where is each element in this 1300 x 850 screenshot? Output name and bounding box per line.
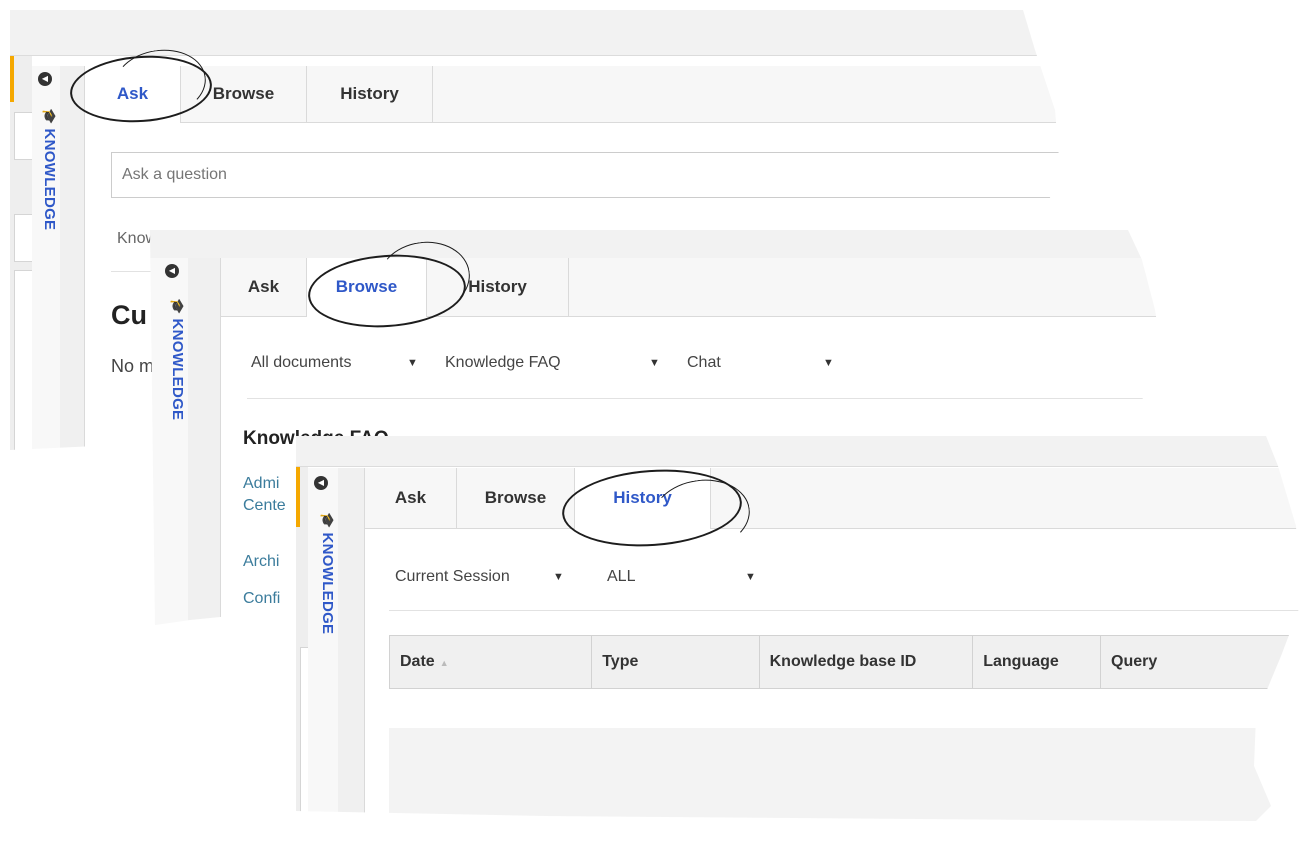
tab-ask[interactable]: Ask bbox=[85, 66, 181, 123]
dropdown-label: All documents bbox=[251, 354, 352, 371]
graduation-cap-icon: 🎓 bbox=[42, 108, 57, 125]
rail-field bbox=[14, 270, 34, 450]
rail-field bbox=[14, 214, 34, 262]
circle-left-arrow-icon[interactable]: ◀ bbox=[38, 72, 52, 86]
sidebar-label: KNOWLEDGE bbox=[169, 318, 186, 421]
faq-link[interactable]: Confi bbox=[243, 588, 280, 610]
dropdown-channel[interactable]: Chat ▼ bbox=[687, 354, 857, 372]
tab-browse[interactable]: Browse bbox=[307, 258, 427, 317]
triangle-down-icon: ▼ bbox=[823, 357, 834, 369]
column-language[interactable]: Language bbox=[972, 635, 1101, 689]
sidebar-label: KNOWLEDGE bbox=[41, 128, 58, 231]
dropdown-session-scope[interactable]: Current Session ▼ bbox=[395, 568, 575, 586]
tab-bar: Ask Browse History bbox=[221, 258, 1162, 317]
column-type[interactable]: Type bbox=[591, 635, 760, 689]
knowledge-sidebar: ◀ 🎓 KNOWLEDGE bbox=[32, 66, 84, 450]
graduation-cap-icon: 🎓 bbox=[320, 512, 335, 529]
empty-message: No m bbox=[111, 356, 155, 376]
tab-bar: Ask Browse History bbox=[365, 468, 1300, 529]
rail-accent bbox=[10, 56, 14, 102]
left-rail bbox=[296, 467, 310, 821]
app-topbar bbox=[296, 436, 1300, 467]
triangle-up-icon: ▲ bbox=[439, 658, 449, 668]
column-label: Type bbox=[602, 653, 639, 670]
app-topbar bbox=[10, 10, 1060, 56]
knowledge-vertical-tab[interactable]: 🎓 KNOWLEDGE bbox=[41, 108, 58, 230]
history-table: Date ▲ Type Knowledge base ID Language Qu… bbox=[388, 635, 1300, 689]
knowledge-vertical-tab[interactable]: 🎓 KNOWLEDGE bbox=[169, 298, 186, 420]
triangle-down-icon: ▼ bbox=[553, 571, 564, 583]
dropdown-label: ALL bbox=[607, 568, 636, 585]
column-query[interactable]: Query bbox=[1100, 635, 1300, 689]
dropdown-label: Chat bbox=[687, 354, 721, 371]
tab-history[interactable]: History bbox=[575, 468, 711, 529]
dropdown-label: Knowledge FAQ bbox=[445, 354, 561, 371]
column-date[interactable]: Date ▲ bbox=[388, 635, 593, 689]
dropdown-type-filter[interactable]: ALL ▼ bbox=[607, 568, 767, 586]
tab-browse[interactable]: Browse bbox=[457, 468, 575, 528]
ask-question-input[interactable] bbox=[111, 152, 1060, 198]
dropdown-document-type[interactable]: All documents ▼ bbox=[251, 354, 431, 372]
circle-left-arrow-icon[interactable]: ◀ bbox=[165, 264, 179, 278]
knowledge-sidebar: ◀ 🎓 KNOWLEDGE bbox=[308, 468, 364, 821]
column-label: Date bbox=[400, 653, 435, 670]
tab-ask[interactable]: Ask bbox=[221, 258, 307, 316]
divider bbox=[247, 398, 1162, 399]
left-rail bbox=[10, 56, 34, 450]
knowledge-vertical-tab[interactable]: 🎓 KNOWLEDGE bbox=[319, 512, 336, 634]
divider bbox=[389, 610, 1300, 611]
knowledge-sidebar: ◀ 🎓 KNOWLEDGE bbox=[150, 258, 220, 625]
triangle-down-icon: ▼ bbox=[407, 357, 418, 369]
triangle-down-icon: ▼ bbox=[745, 571, 756, 583]
graduation-cap-icon: 🎓 bbox=[170, 298, 185, 315]
column-label: Language bbox=[983, 653, 1059, 670]
section-heading: Cu bbox=[111, 300, 147, 330]
column-label: Knowledge base ID bbox=[769, 653, 917, 670]
dropdown-label: Current Session bbox=[395, 568, 510, 585]
tab-bar: Ask Browse History bbox=[85, 66, 1060, 123]
dropdown-knowledge-base[interactable]: Knowledge FAQ ▼ bbox=[445, 354, 671, 372]
rail-accent bbox=[296, 467, 300, 527]
history-panel: ◀ 🎓 KNOWLEDGE Ask Browse History Current … bbox=[296, 436, 1300, 821]
tab-browse[interactable]: Browse bbox=[181, 66, 307, 122]
table-header-row: Date ▲ Type Knowledge base ID Language Qu… bbox=[388, 635, 1300, 689]
rail-field bbox=[14, 112, 34, 160]
tab-ask[interactable]: Ask bbox=[365, 468, 457, 528]
tab-history[interactable]: History bbox=[307, 66, 433, 122]
faq-link-continued[interactable]: Cente bbox=[243, 495, 286, 517]
history-main: Ask Browse History Current Session ▼ ALL… bbox=[364, 468, 1300, 821]
faq-link[interactable]: Archi bbox=[243, 551, 279, 573]
tab-history[interactable]: History bbox=[427, 258, 569, 316]
triangle-down-icon: ▼ bbox=[649, 357, 660, 369]
table-empty-area bbox=[389, 728, 1300, 821]
faq-link[interactable]: Admi bbox=[243, 473, 279, 495]
column-label: Query bbox=[1111, 653, 1158, 670]
column-knowledge-base-id[interactable]: Knowledge base ID bbox=[758, 635, 974, 689]
circle-left-arrow-icon[interactable]: ◀ bbox=[314, 476, 328, 490]
sidebar-label: KNOWLEDGE bbox=[319, 532, 336, 635]
